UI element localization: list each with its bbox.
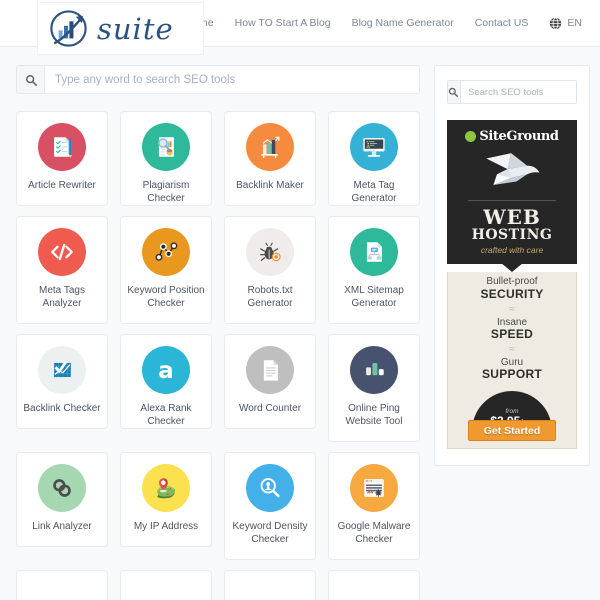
ad-squiggle-divider: ≈ xyxy=(509,343,515,355)
tool-card-backlink-checker[interactable]: Backlink Checker xyxy=(16,334,108,429)
sidebar-search-button[interactable] xyxy=(448,81,461,103)
tool-label: Article Rewriter xyxy=(28,180,96,191)
tool-card-robots-txt-generator[interactable]: Robots.txt Generator xyxy=(224,216,316,324)
tool-card-link-analyzer[interactable]: Link Analyzer xyxy=(16,452,108,547)
tool-label: Meta Tag Generator xyxy=(351,180,397,204)
tool-card-word-counter[interactable]: Word Counter xyxy=(224,334,316,429)
my-ip-address-icon xyxy=(142,464,190,512)
ad-feature-support: Guru SUPPORT xyxy=(482,357,542,382)
siteground-leaf-icon xyxy=(465,131,477,142)
meta-tag-generator-icon xyxy=(350,123,398,171)
alexa-rank-checker-icon: a xyxy=(142,346,190,394)
origami-bird-icon xyxy=(481,151,543,192)
tools-grid: Article Rewriter Plagiarism Checker Back… xyxy=(16,111,420,600)
logo-text: suite xyxy=(97,11,174,46)
tool-card-google-malware-checker[interactable]: Google Malware Checker xyxy=(328,452,420,560)
tool-card-alexa-rank-checker[interactable]: a Alexa Rank Checker xyxy=(120,334,212,429)
logo[interactable]: suite xyxy=(37,2,204,55)
tool-card-keyword-density-checker[interactable]: Keyword Density Checker xyxy=(224,452,316,560)
language-switcher[interactable]: EN xyxy=(549,16,582,30)
tool-card-meta-tags-analyzer[interactable]: Meta Tags Analyzer xyxy=(16,216,108,324)
sidebar-search-bar[interactable] xyxy=(447,80,577,104)
nav-how-to-start-a-blog[interactable]: How TO Start A Blog xyxy=(235,17,331,29)
nav-contact-us[interactable]: Contact US xyxy=(475,17,529,29)
tool-card-my-ip-address[interactable]: My IP Address xyxy=(120,452,212,547)
tool-label: Alexa Rank Checker xyxy=(140,403,192,427)
search-input[interactable] xyxy=(45,66,419,93)
ad-bottom-panel: Bullet-proof SECURITY ≈ Insane SPEED ≈ G… xyxy=(447,272,577,450)
article-rewriter-icon xyxy=(38,123,86,171)
tool-label: My IP Address xyxy=(133,521,199,532)
backlink-checker-icon xyxy=(38,346,86,394)
tool-label: Online Ping Website Tool xyxy=(345,403,403,427)
main-navigation: Home How TO Start A Blog Blog Name Gener… xyxy=(186,16,600,30)
siteground-brand-text: SiteGround xyxy=(479,129,559,144)
language-label: EN xyxy=(567,17,582,29)
tool-card-next-row-placeholder-4[interactable] xyxy=(328,570,420,600)
tool-label: XML Sitemap Generator xyxy=(344,285,404,309)
globe-icon xyxy=(549,16,562,30)
search-icon xyxy=(25,74,37,86)
tool-card-next-row-placeholder-2[interactable] xyxy=(120,570,212,600)
tool-card-online-ping-website-tool[interactable]: Online Ping Website Tool xyxy=(328,334,420,442)
ad-squiggle-divider: ≈ xyxy=(509,303,515,315)
site-header: suite Home How TO Start A Blog Blog Name… xyxy=(0,0,600,55)
ad-tagline: crafted with care xyxy=(480,245,544,256)
ad-feature-bottom: SECURITY xyxy=(480,286,544,301)
google-malware-checker-icon xyxy=(350,464,398,512)
tool-card-article-rewriter[interactable]: Article Rewriter xyxy=(16,111,108,206)
tool-label: Meta Tags Analyzer xyxy=(39,285,85,309)
tool-label: Keyword Density Checker xyxy=(232,521,308,545)
chart-arrow-circle-logo-icon xyxy=(46,6,91,51)
page-body: Article Rewriter xyxy=(0,47,600,600)
sidebar-panel: SiteGround WEB HOS xyxy=(434,65,590,467)
link-analyzer-icon xyxy=(38,464,86,512)
nav-blog-name-generator[interactable]: Blog Name Generator xyxy=(352,17,454,29)
word-counter-icon xyxy=(246,346,294,394)
tool-search-bar[interactable] xyxy=(16,65,420,94)
tool-label: Google Malware Checker xyxy=(337,521,411,545)
tool-label: Robots.txt Generator xyxy=(247,285,293,309)
ad-price-cta-group: from $3.95/mo Get Started xyxy=(468,391,556,442)
xml-sitemap-generator-icon xyxy=(350,228,398,276)
tool-card-next-row-placeholder-1[interactable] xyxy=(16,570,108,600)
tool-card-backlink-maker[interactable]: Backlink Maker xyxy=(224,111,316,206)
siteground-brand: SiteGround xyxy=(465,129,559,144)
tool-label: Backlink Checker xyxy=(23,403,101,414)
tool-card-meta-tag-generator[interactable]: Meta Tag Generator xyxy=(328,111,420,206)
ad-feature-security: Bullet-proof SECURITY xyxy=(480,276,543,301)
sidebar-search-input[interactable] xyxy=(461,81,576,103)
ad-headline-secondary: HOSTING xyxy=(471,227,553,243)
ad-get-started-button[interactable]: Get Started xyxy=(468,420,556,442)
search-button[interactable] xyxy=(17,66,45,93)
tool-card-keyword-position-checker[interactable]: Keyword Position Checker xyxy=(120,216,212,324)
meta-tags-analyzer-icon xyxy=(38,228,86,276)
tool-label: Word Counter xyxy=(238,403,302,414)
ad-feature-speed: Insane SPEED xyxy=(491,317,533,342)
tool-card-next-row-placeholder-3[interactable] xyxy=(224,570,316,600)
ad-notch xyxy=(501,263,523,273)
robots-txt-generator-icon xyxy=(246,228,294,276)
tool-card-plagiarism-checker[interactable]: Plagiarism Checker xyxy=(120,111,212,206)
search-icon xyxy=(448,86,460,98)
online-ping-website-tool-icon xyxy=(350,346,398,394)
keyword-position-checker-icon xyxy=(142,228,190,276)
backlink-maker-icon xyxy=(246,123,294,171)
tool-label: Link Analyzer xyxy=(32,521,92,532)
svg-text:a: a xyxy=(158,358,173,384)
tool-label: Backlink Maker xyxy=(236,180,304,191)
ad-top-panel: SiteGround WEB HOSTING crafted with care xyxy=(447,120,577,265)
tool-label: Keyword Position Checker xyxy=(127,285,205,309)
tool-label: Plagiarism Checker xyxy=(142,180,190,204)
plagiarism-checker-icon xyxy=(142,123,190,171)
ad-feature-bottom: SPEED xyxy=(490,327,534,342)
siteground-ad[interactable]: SiteGround WEB HOSTING crafted with care… xyxy=(447,120,577,450)
main-content: Article Rewriter xyxy=(16,65,420,600)
tool-card-xml-sitemap-generator[interactable]: XML Sitemap Generator xyxy=(328,216,420,324)
keyword-density-checker-icon xyxy=(246,464,294,512)
ad-headline-primary: WEB xyxy=(483,205,541,229)
ad-feature-bottom: SUPPORT xyxy=(481,367,543,382)
sidebar: SiteGround WEB HOS xyxy=(434,65,590,600)
ad-divider xyxy=(467,200,557,201)
